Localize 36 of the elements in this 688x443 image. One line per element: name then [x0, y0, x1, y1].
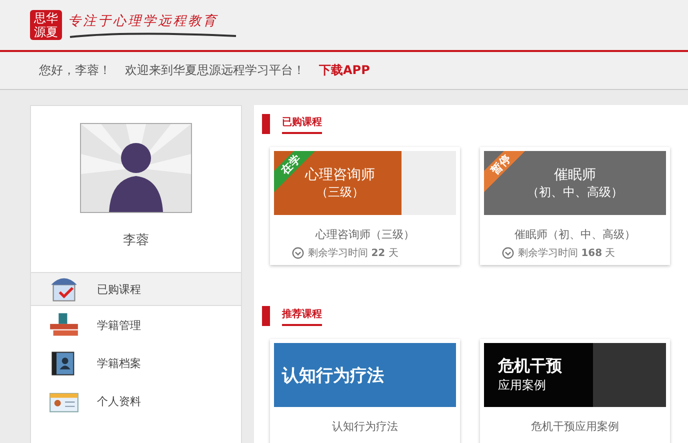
course-name: 心理咨询师（三级）: [314, 227, 416, 242]
sidebar-item[interactable]: 学籍档案: [31, 344, 241, 382]
banner-title: 认知行为疗法: [282, 364, 384, 386]
brush-stroke-icon: [68, 30, 238, 38]
section-title: 推荐课程: [282, 306, 322, 326]
slogan: 专注于心理学远程教育: [68, 12, 219, 30]
folder-stack-icon: [49, 312, 79, 338]
clock-icon: [502, 247, 514, 259]
download-app-link[interactable]: 下载APP: [319, 62, 370, 79]
section-title: 已购课程: [282, 114, 322, 134]
banner-title: 催眠师: [554, 166, 596, 184]
course-name: 催眠师（初、中、高级）: [514, 227, 636, 242]
shop-icon: [49, 276, 79, 302]
banner-title: 危机干预: [498, 356, 562, 377]
course-card[interactable]: 心理咨询师 （三级） 在学 心理咨询师（三级） 剩余学习时间 22 天: [270, 147, 460, 265]
course-card[interactable]: 认知行为疗法 认知行为疗法: [270, 339, 460, 443]
user-name: 李蓉: [123, 232, 149, 249]
banner-subtitle: 应用案例: [498, 377, 546, 394]
remaining-time-text: 剩余学习时间 22 天: [308, 246, 398, 260]
welcome-text: 欢迎来到华夏思源远程学习平台！: [125, 62, 305, 79]
clock-icon: [292, 247, 304, 259]
course-name: 认知行为疗法: [331, 419, 399, 434]
sidebar-item[interactable]: 个人资料: [31, 382, 241, 420]
banner-subtitle: （三级）: [316, 184, 364, 200]
greeting-text: 您好，李蓉！: [39, 62, 111, 79]
sidebar-item[interactable]: 学籍管理: [31, 306, 241, 344]
sidebar-item[interactable]: 已购课程: [31, 272, 241, 306]
banner-subtitle: （初、中、高级）: [527, 184, 623, 200]
course-card[interactable]: 催眠师 （初、中、高级） 暂停 催眠师（初、中、高级） 剩余学习时间 168 天: [480, 147, 670, 265]
logo-seal: 思华源夏: [30, 10, 62, 40]
banner-title: 心理咨询师: [305, 166, 375, 184]
course-card[interactable]: 危机干预 应用案例 危机干预应用案例: [480, 339, 670, 443]
remaining-time-text: 剩余学习时间 168 天: [518, 246, 616, 260]
section-marker: [262, 306, 270, 326]
section-marker: [262, 114, 270, 134]
course-name: 危机干预应用案例: [530, 419, 620, 434]
